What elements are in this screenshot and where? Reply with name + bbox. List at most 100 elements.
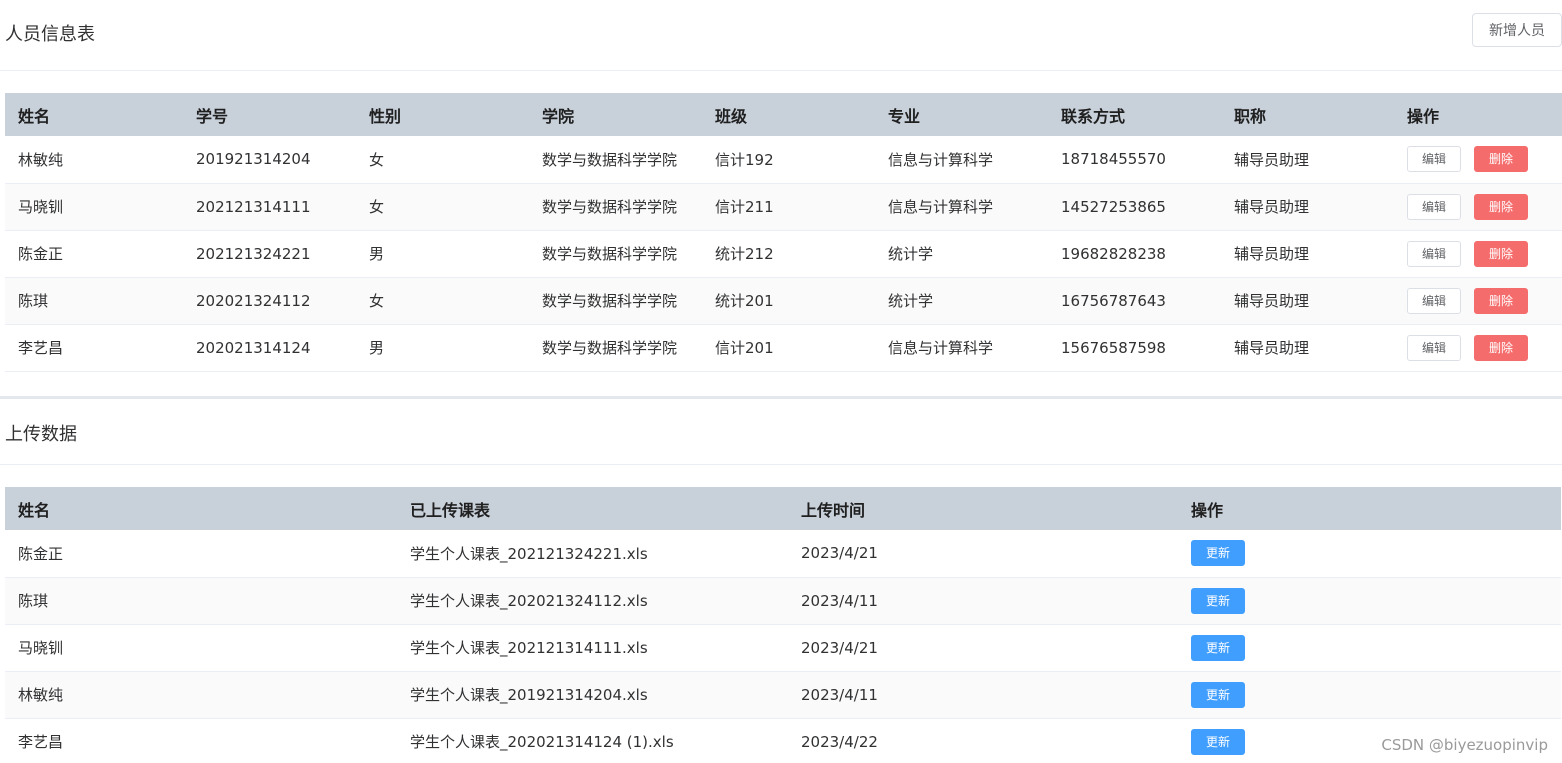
delete-button[interactable]: 删除 (1474, 334, 1528, 361)
cell-gender: 女 (356, 136, 529, 184)
cell-class: 信计192 (702, 136, 875, 184)
update-button[interactable]: 更新 (1191, 634, 1245, 661)
column-header-name[interactable]: 姓名 (5, 93, 183, 136)
cell-major: 信息与计算科学 (875, 183, 1048, 231)
cell-title: 辅导员助理 (1221, 324, 1394, 372)
cell-name: 李艺昌 (5, 718, 397, 763)
cell-title: 辅导员助理 (1221, 230, 1394, 278)
table-row: 陈金正 202121324221 男 数学与数据科学学院 统计212 统计学 1… (5, 230, 1562, 278)
add-personnel-button[interactable]: 新增人员 (1472, 13, 1562, 47)
edit-button[interactable]: 编辑 (1407, 240, 1461, 267)
cell-file: 学生个人课表_202021324112.xls (397, 577, 788, 625)
upload-title: 上传数据 (5, 424, 77, 445)
edit-button[interactable]: 编辑 (1407, 193, 1461, 220)
cell-actions: 更新 (1178, 671, 1561, 719)
cell-actions: 编辑 删除 (1394, 324, 1562, 372)
delete-button[interactable]: 删除 (1474, 193, 1528, 220)
upload-table: 姓名 已上传课表 上传时间 操作 陈金正 学生个人课表_202121324221… (5, 487, 1561, 763)
cell-file: 学生个人课表_202121324221.xls (397, 530, 788, 578)
edit-button[interactable]: 编辑 (1407, 287, 1461, 314)
delete-button[interactable]: 删除 (1474, 287, 1528, 314)
cell-name: 马晓钏 (5, 183, 183, 231)
cell-name: 陈金正 (5, 230, 183, 278)
column-header-college[interactable]: 学院 (529, 93, 702, 136)
column-header-contact[interactable]: 联系方式 (1048, 93, 1221, 136)
page: 人员信息表 新增人员 姓名 学号 性别 学院 班级 专业 联系方式 职称 操作 … (0, 0, 1562, 763)
cell-major: 统计学 (875, 277, 1048, 325)
cell-actions: 更新 (1178, 577, 1561, 625)
cell-class: 信计211 (702, 183, 875, 231)
upload-header: 上传数据 (0, 399, 1562, 465)
cell-upload-time: 2023/4/21 (788, 624, 1178, 672)
cell-actions: 编辑 删除 (1394, 277, 1562, 325)
column-header-upload-time[interactable]: 上传时间 (788, 487, 1178, 530)
cell-upload-time: 2023/4/11 (788, 577, 1178, 625)
column-header-gender[interactable]: 性别 (356, 93, 529, 136)
column-header-uploaded-schedule[interactable]: 已上传课表 (397, 487, 788, 530)
personnel-header-row: 姓名 学号 性别 学院 班级 专业 联系方式 职称 操作 (5, 93, 1562, 136)
table-row: 马晓钏 学生个人课表_202121314111.xls 2023/4/21 更新 (5, 624, 1561, 672)
cell-student-id: 201921314204 (183, 136, 356, 184)
table-row: 林敏纯 学生个人课表_201921314204.xls 2023/4/11 更新 (5, 671, 1561, 719)
cell-name: 林敏纯 (5, 136, 183, 184)
cell-contact: 16756787643 (1048, 277, 1221, 325)
table-row: 陈琪 学生个人课表_202021324112.xls 2023/4/11 更新 (5, 577, 1561, 625)
cell-actions: 更新 (1178, 624, 1561, 672)
cell-class: 信计201 (702, 324, 875, 372)
column-header-title[interactable]: 职称 (1221, 93, 1394, 136)
column-header-actions: 操作 (1178, 487, 1561, 530)
cell-contact: 15676587598 (1048, 324, 1221, 372)
cell-upload-time: 2023/4/22 (788, 718, 1178, 763)
cell-college: 数学与数据科学学院 (529, 230, 702, 278)
delete-button[interactable]: 删除 (1474, 240, 1528, 267)
cell-gender: 女 (356, 183, 529, 231)
column-header-class[interactable]: 班级 (702, 93, 875, 136)
personnel-table: 姓名 学号 性别 学院 班级 专业 联系方式 职称 操作 林敏纯 2019213… (5, 93, 1562, 372)
column-header-major[interactable]: 专业 (875, 93, 1048, 136)
table-row: 林敏纯 201921314204 女 数学与数据科学学院 信计192 信息与计算… (5, 136, 1562, 184)
cell-upload-time: 2023/4/21 (788, 530, 1178, 578)
column-header-actions: 操作 (1394, 93, 1562, 136)
cell-student-id: 202021324112 (183, 277, 356, 325)
cell-name: 林敏纯 (5, 671, 397, 719)
update-button[interactable]: 更新 (1191, 540, 1245, 567)
cell-gender: 男 (356, 230, 529, 278)
cell-name: 李艺昌 (5, 324, 183, 372)
watermark: CSDN @biyezuopinvip (1381, 736, 1548, 754)
update-button[interactable]: 更新 (1191, 587, 1245, 614)
cell-college: 数学与数据科学学院 (529, 183, 702, 231)
table-row: 马晓钏 202121314111 女 数学与数据科学学院 信计211 信息与计算… (5, 183, 1562, 231)
cell-actions: 编辑 删除 (1394, 136, 1562, 184)
cell-gender: 男 (356, 324, 529, 372)
cell-name: 陈琪 (5, 577, 397, 625)
cell-title: 辅导员助理 (1221, 136, 1394, 184)
cell-major: 信息与计算科学 (875, 136, 1048, 184)
update-button[interactable]: 更新 (1191, 681, 1245, 708)
cell-college: 数学与数据科学学院 (529, 324, 702, 372)
cell-actions: 更新 (1178, 530, 1561, 578)
column-header-student-id[interactable]: 学号 (183, 93, 356, 136)
cell-gender: 女 (356, 277, 529, 325)
cell-contact: 19682828238 (1048, 230, 1221, 278)
cell-name: 马晓钏 (5, 624, 397, 672)
cell-title: 辅导员助理 (1221, 183, 1394, 231)
cell-student-id: 202021314124 (183, 324, 356, 372)
cell-college: 数学与数据科学学院 (529, 277, 702, 325)
delete-button[interactable]: 删除 (1474, 146, 1528, 173)
cell-file: 学生个人课表_202121314111.xls (397, 624, 788, 672)
cell-student-id: 202121324221 (183, 230, 356, 278)
edit-button[interactable]: 编辑 (1407, 146, 1461, 173)
column-header-name[interactable]: 姓名 (5, 487, 397, 530)
cell-class: 统计201 (702, 277, 875, 325)
upload-header-row: 姓名 已上传课表 上传时间 操作 (5, 487, 1561, 530)
table-row: 李艺昌 202021314124 男 数学与数据科学学院 信计201 信息与计算… (5, 324, 1562, 372)
update-button[interactable]: 更新 (1191, 728, 1245, 755)
edit-button[interactable]: 编辑 (1407, 334, 1461, 361)
cell-title: 辅导员助理 (1221, 277, 1394, 325)
personnel-title: 人员信息表 (5, 24, 95, 45)
cell-actions: 编辑 删除 (1394, 230, 1562, 278)
cell-major: 信息与计算科学 (875, 324, 1048, 372)
cell-contact: 18718455570 (1048, 136, 1221, 184)
cell-class: 统计212 (702, 230, 875, 278)
cell-file: 学生个人课表_202021314124 (1).xls (397, 718, 788, 763)
